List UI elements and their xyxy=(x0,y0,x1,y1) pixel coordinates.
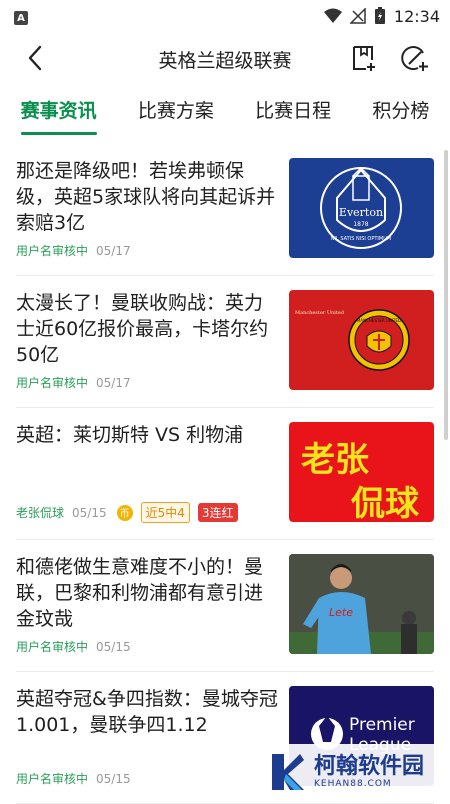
article-author: 用户名审核中 xyxy=(16,244,89,258)
add-note-icon[interactable] xyxy=(350,44,378,72)
article-author: 用户名审核中 xyxy=(16,772,89,786)
tab-news[interactable]: 赛事资讯 xyxy=(20,96,97,135)
svg-text:NIL SATIS NISI OPTIMUM: NIL SATIS NISI OPTIMUM xyxy=(331,236,391,242)
article-date: 05/15 xyxy=(96,771,131,786)
article-headline: 英超夺冠&争四指数：曼城夺冠1.001，曼联争四1.12 xyxy=(16,688,278,736)
article-headline: 那还是降级吧！若埃弗顿保级，英超5家球队将向其起诉并索赔3亿 xyxy=(16,160,276,234)
tab-bar: 赛事资讯 比赛方案 比赛日程 积分榜 xyxy=(0,84,450,140)
status-bar: A 12:34 xyxy=(0,0,450,32)
watermark: 柯翰软件园 KEHAN88.COM xyxy=(252,744,450,800)
article-date: 05/17 xyxy=(96,375,131,390)
article-author: 用户名审核中 xyxy=(16,640,89,654)
add-edit-icon[interactable] xyxy=(401,44,429,72)
scrollbar[interactable] xyxy=(444,150,448,440)
tab-standings[interactable]: 积分榜 xyxy=(372,96,429,129)
svg-text:Manchester United: Manchester United xyxy=(295,310,345,316)
article-headline: 太漫长了！曼联收购战：英力士近60亿报价最高，卡塔尔约50亿 xyxy=(16,292,269,366)
thumb-line-2: 侃球 xyxy=(351,484,419,522)
record-badge: 近5中4 xyxy=(140,502,190,523)
article-date: 05/17 xyxy=(96,243,131,258)
svg-text:MANCHESTER UNITED: MANCHESTER UNITED xyxy=(357,318,401,323)
article-thumbnail: Lete xyxy=(289,554,434,654)
list-item[interactable]: 英超：莱切斯特 VS 利物浦 老张侃球 05/15 币 近5中4 3连红 老张 … xyxy=(16,408,434,540)
article-author: 用户名审核中 xyxy=(16,376,89,390)
page-title: 英格兰超级联赛 xyxy=(158,50,292,72)
coin-icon: 币 xyxy=(116,504,133,521)
signal-icon xyxy=(349,8,366,24)
everton-crest-icon: Everton 1878 NIL SATIS NISI OPTIMUM xyxy=(320,166,402,249)
wifi-icon xyxy=(323,8,342,23)
article-thumbnail: Manchester United MANCHESTER UNITED xyxy=(289,290,434,390)
list-item[interactable]: 和德佬做生意难度不小的！曼联，巴黎和利物浦都有意引进金玟哉 用户名审核中 05/… xyxy=(16,540,434,672)
svg-text:1878: 1878 xyxy=(353,221,368,228)
tab-plans[interactable]: 比赛方案 xyxy=(138,96,214,129)
thumb-line-1: 老张 xyxy=(301,440,369,480)
article-thumbnail: 老张 侃球 xyxy=(289,422,434,522)
svg-text:Premier: Premier xyxy=(349,715,415,735)
player-photo: Lete xyxy=(289,554,434,654)
watermark-sub: KEHAN88.COM xyxy=(314,779,392,789)
notification-app-icon: A xyxy=(14,11,28,26)
clock: 12:34 xyxy=(393,6,440,26)
list-item[interactable]: 那还是降级吧！若埃弗顿保级，英超5家球队将向其起诉并索赔3亿 用户名审核中 05… xyxy=(16,144,434,276)
watermark-text: 柯翰软件园 xyxy=(314,754,425,779)
article-date: 05/15 xyxy=(96,639,131,654)
article-author: 老张侃球 xyxy=(16,506,65,520)
svg-text:Everton: Everton xyxy=(339,206,383,219)
svg-text:Lete: Lete xyxy=(329,606,353,619)
news-list: 那还是降级吧！若埃弗顿保级，英超5家球队将向其起诉并索赔3亿 用户名审核中 05… xyxy=(0,144,450,804)
article-headline: 和德佬做生意难度不小的！曼联，巴黎和利物浦都有意引进金玟哉 xyxy=(16,556,264,630)
article-thumbnail: Everton 1878 NIL SATIS NISI OPTIMUM xyxy=(289,158,434,258)
article-headline: 英超：莱切斯特 VS 利物浦 xyxy=(16,424,244,446)
streak-badge: 3连红 xyxy=(197,503,238,522)
tab-schedule[interactable]: 比赛日程 xyxy=(255,96,331,129)
kehan-logo-icon xyxy=(272,754,304,790)
battery-icon xyxy=(374,7,385,24)
title-bar: 英格兰超级联赛 xyxy=(0,32,450,84)
manchester-united-crest-icon: Manchester United MANCHESTER UNITED xyxy=(295,309,410,371)
list-item[interactable]: 太漫长了！曼联收购战：英力士近60亿报价最高，卡塔尔约50亿 用户名审核中 05… xyxy=(16,276,434,408)
article-date: 05/15 xyxy=(72,505,107,520)
